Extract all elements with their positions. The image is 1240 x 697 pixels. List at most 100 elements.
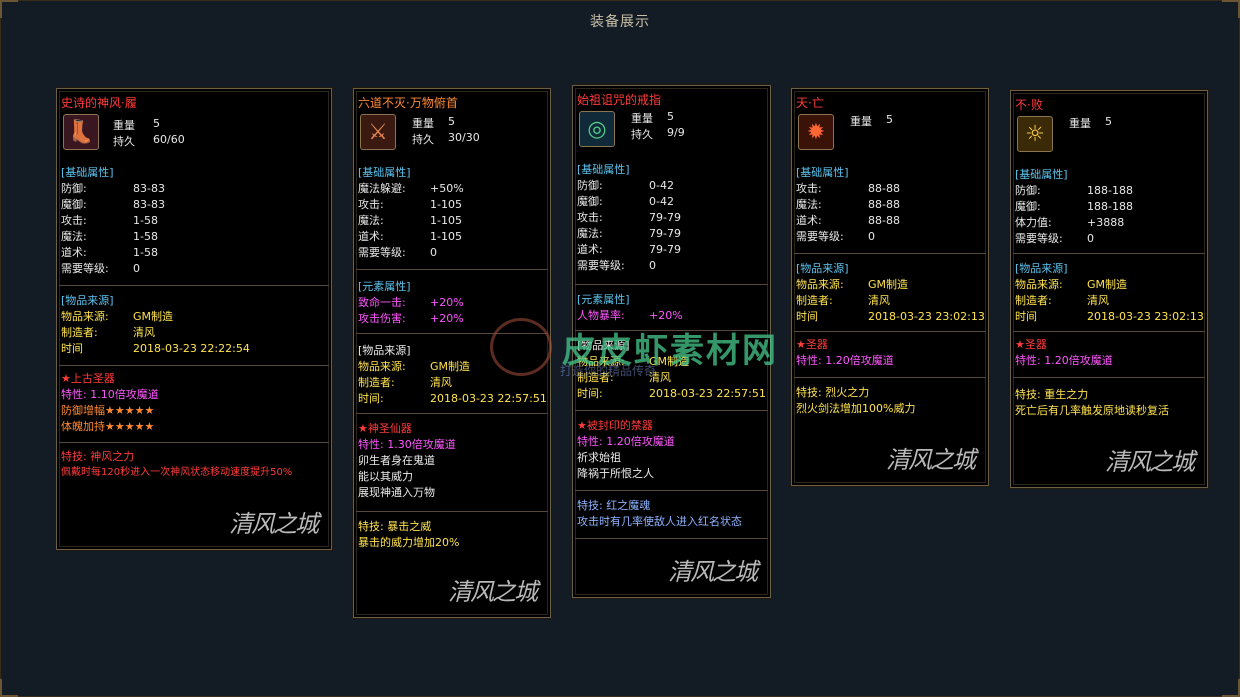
attr-label: 攻击:	[796, 182, 822, 195]
base-header: [基础属性]	[61, 166, 114, 179]
base-attributes: [基础属性] 防御: 0-42 魔御: 0-42 攻击: 79-79 魔法: 79-79…	[577, 162, 766, 274]
attr-label: 魔法:	[61, 230, 87, 243]
attr-label: 魔御:	[1015, 200, 1041, 213]
element-value: +20%	[430, 296, 464, 309]
relic-title: ★圣器	[796, 338, 828, 351]
weight-label: 重量	[631, 112, 653, 125]
attr-label: 体力值:	[1015, 216, 1052, 229]
figure-icon: ☼	[1017, 116, 1053, 152]
fire-icon: ✹	[798, 114, 834, 150]
attr-value: 1-105	[430, 214, 462, 227]
base-header: [基础属性]	[577, 163, 630, 176]
attr-label: 需要等级:	[1015, 232, 1063, 245]
frame-corner	[1222, 679, 1240, 697]
item-card-4[interactable]: 天·亡 ✹ 重量 5 [基础属性] 攻击: 88-88 魔法: 88-88 道术: 8…	[791, 88, 989, 486]
source-label: 制造者:	[1015, 294, 1052, 307]
element-value: +20%	[430, 312, 464, 325]
divider	[575, 538, 768, 539]
item-card-5[interactable]: 不·败 ☼ 重量 5 [基础属性] 防御: 188-188 魔御: 188-188 …	[1010, 90, 1208, 488]
source-label: 物品来源:	[796, 278, 844, 291]
lore-line: 降祸于所恨之人	[577, 467, 654, 480]
attr-value: 88-88	[868, 214, 900, 227]
lore-line: 能以其威力	[358, 470, 413, 483]
attr-label: 防御:	[1015, 184, 1041, 197]
attr-label: 魔法:	[796, 198, 822, 211]
skill-title: 特技: 烈火之力	[796, 386, 870, 399]
relic-line: 体魄加持★★★★★	[61, 420, 155, 433]
relic-title: ★圣器	[1015, 338, 1047, 351]
skill-section: 特技: 神风之力 佩戴时每120秒进入一次神风状态移动速度提升50%	[61, 449, 327, 481]
source-value: 2018-03-23 22:22:54	[133, 342, 250, 355]
game-logo: 清风之城	[1105, 448, 1195, 476]
relic-line: 特性: 1.20倍攻魔道	[1015, 354, 1113, 367]
element-label: 人物暴率:	[577, 309, 625, 322]
source-value: 清风	[868, 294, 890, 307]
attr-value: 88-88	[868, 182, 900, 195]
item-source: [物品来源] 物品来源: GM制造 制造者: 清风 时间 2018-03-23 23:…	[796, 261, 985, 325]
relic-section: ★被封印的禁器 特性: 1.20倍攻魔道 祈求始祖 降祸于所恨之人	[577, 418, 766, 482]
attr-label: 魔法躲避:	[358, 182, 406, 195]
window-title: 装备展示	[590, 14, 650, 30]
divider	[1013, 377, 1205, 378]
attr-label: 需要等级:	[61, 262, 109, 275]
divider	[356, 333, 548, 334]
attr-value: 88-88	[868, 198, 900, 211]
item-card-2[interactable]: 六道不灭·万物俯首 ⚔ 重量 5 持久 30/30 [基础属性] 魔法躲避: +5…	[353, 88, 551, 618]
attr-value: 79-79	[649, 227, 681, 240]
source-value: 2018-03-23 23:02:13	[868, 310, 985, 323]
skill-line: 佩戴时每120秒进入一次神风状态移动速度提升50%	[61, 467, 293, 478]
attr-label: 防御:	[577, 179, 603, 192]
attr-value: 0	[430, 246, 437, 259]
attr-value: 83-83	[133, 182, 165, 195]
relic-line: 防御增幅★★★★★	[61, 404, 155, 417]
relic-section: ★圣器 特性: 1.20倍攻魔道	[1015, 337, 1203, 369]
source-label: 物品来源:	[358, 360, 406, 373]
element-header: [元素属性]	[358, 280, 411, 293]
weight-label: 重量	[850, 115, 872, 128]
weight-label: 重量	[113, 119, 135, 132]
relic-line: 特性: 1.20倍攻魔道	[796, 354, 894, 367]
skill-section: 特技: 烈火之力 烈火剑法增加100%威力	[796, 385, 984, 417]
source-value: 清风	[133, 326, 155, 339]
item-card-3[interactable]: 始祖诅咒的戒指 ◎ 重量 5 持久 9/9 [基础属性] 防御: 0-42 魔御:…	[572, 85, 771, 598]
relic-section: ★圣器 特性: 1.20倍攻魔道	[796, 337, 984, 369]
attr-value: 83-83	[133, 198, 165, 211]
attr-value: 79-79	[649, 243, 681, 256]
attr-label: 道术:	[358, 230, 384, 243]
source-value: GM制造	[868, 278, 909, 291]
attr-value: 0	[649, 259, 656, 272]
divider	[59, 285, 329, 286]
element-header: [元素属性]	[577, 293, 630, 306]
frame-corner	[0, 679, 18, 697]
attr-value: 0-42	[649, 179, 674, 192]
skill-section: 特技: 重生之力 死亡后有几率触发原地读秒复活	[1015, 387, 1203, 419]
attr-label: 需要等级:	[577, 259, 625, 272]
attr-value: 1-58	[133, 246, 158, 259]
element-label: 致命一击:	[358, 296, 406, 309]
lore-line: 祈求始祖	[577, 451, 621, 464]
weight-value: 5	[1105, 115, 1112, 128]
item-card-1[interactable]: 史诗的神风·履 👢 重量 5 持久 60/60 [基础属性] 防御: 83-83 …	[56, 88, 332, 550]
source-label: 时间:	[358, 392, 384, 405]
skill-title: 特技: 重生之力	[1015, 388, 1089, 401]
weight-value: 5	[153, 117, 160, 130]
divider	[794, 331, 986, 332]
attr-value: +3888	[1087, 216, 1125, 229]
lore-line: 卯生者身在鬼道	[358, 454, 435, 467]
attr-label: 魔法:	[358, 214, 384, 227]
divider	[356, 511, 548, 512]
skill-line: 暴击的威力增加20%	[358, 536, 460, 549]
source-value: 2018-03-23 22:57:51	[430, 392, 547, 405]
source-label: 制造者:	[61, 326, 98, 339]
swords-icon: ⚔	[360, 114, 396, 150]
element-attributes: [元素属性] 致命一击: +20% 攻击伤害: +20%	[358, 279, 546, 327]
skill-title: 特技: 神风之力	[61, 450, 135, 463]
skill-section: 特技: 红之魔魂 攻击时有几率使敌人进入红名状态	[577, 498, 766, 530]
source-value: 清风	[430, 376, 452, 389]
attr-value: 188-188	[1087, 200, 1133, 213]
durability-label: 持久	[113, 135, 135, 148]
base-header: [基础属性]	[1015, 168, 1068, 181]
source-value: GM制造	[430, 360, 471, 373]
game-logo: 清风之城	[668, 558, 758, 586]
attr-value: 0	[1087, 232, 1094, 245]
